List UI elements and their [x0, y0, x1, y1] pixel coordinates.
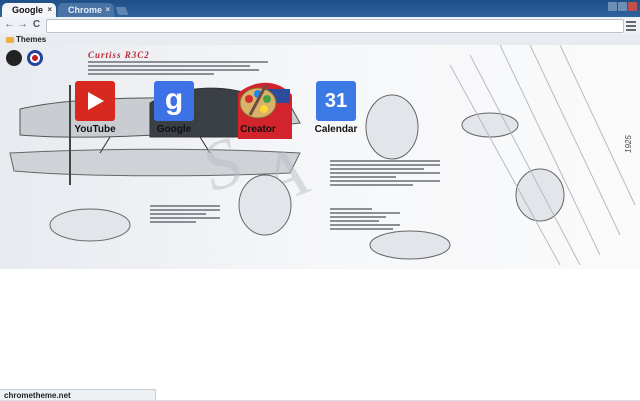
theme-artwork: S A: [9, 45, 636, 266]
app-calendar[interactable]: 31 Calendar: [310, 81, 362, 135]
tab-title: Chrome: [68, 5, 103, 15]
speed-lines: [449, 45, 636, 266]
minimize-icon[interactable]: [608, 2, 617, 11]
app-label: Calendar: [314, 124, 358, 135]
roundel-icon: [27, 50, 43, 66]
text-block-specs: [330, 208, 400, 232]
folder-icon: [6, 36, 14, 43]
menu-icon[interactable]: [626, 19, 636, 31]
tab-close-icon[interactable]: ×: [105, 3, 110, 17]
app-google[interactable]: g Google: [148, 81, 200, 135]
calendar-day: 31: [324, 90, 348, 112]
bookmark-label: Themes: [16, 35, 47, 44]
maximize-icon[interactable]: [618, 2, 627, 11]
tab-chrome[interactable]: Chrome ×: [58, 3, 114, 17]
app-youtube[interactable]: YouTube: [69, 81, 121, 135]
tab-close-icon[interactable]: ×: [47, 3, 52, 17]
bookmark-themes[interactable]: Themes: [6, 34, 46, 45]
tab-title: Google: [12, 5, 43, 15]
back-button[interactable]: ←: [3, 18, 16, 32]
page-bottom: [156, 389, 640, 400]
theme-year: 1925: [624, 135, 633, 153]
app-label: YouTube: [74, 124, 116, 135]
window-controls: [608, 2, 637, 12]
app-label: Google: [156, 124, 192, 135]
theme-title: Curtiss R3C2: [88, 50, 150, 60]
google-icon: g: [154, 81, 194, 121]
forward-button[interactable]: →: [16, 18, 29, 32]
calendar-icon: 31: [316, 81, 356, 121]
page-lower-area: [0, 269, 640, 389]
theme-badge-icon: [6, 50, 22, 66]
new-tab-page: S A Curtiss R3C2 1925 YouTube g Google C…: [0, 45, 640, 389]
youtube-icon: [75, 81, 115, 121]
text-block-middle: [330, 160, 440, 188]
text-block-left: [150, 205, 220, 225]
creator-palette-icon: [238, 81, 278, 121]
app-label: Creator: [240, 124, 276, 135]
tab-google[interactable]: Google ×: [2, 3, 56, 17]
text-block-top: [88, 61, 268, 77]
address-bar[interactable]: [46, 19, 624, 33]
close-window-icon[interactable]: [628, 2, 637, 11]
status-bar: chrometheme.net: [0, 389, 156, 400]
app-creator[interactable]: Creator: [232, 81, 284, 135]
reload-button[interactable]: C: [30, 18, 43, 32]
